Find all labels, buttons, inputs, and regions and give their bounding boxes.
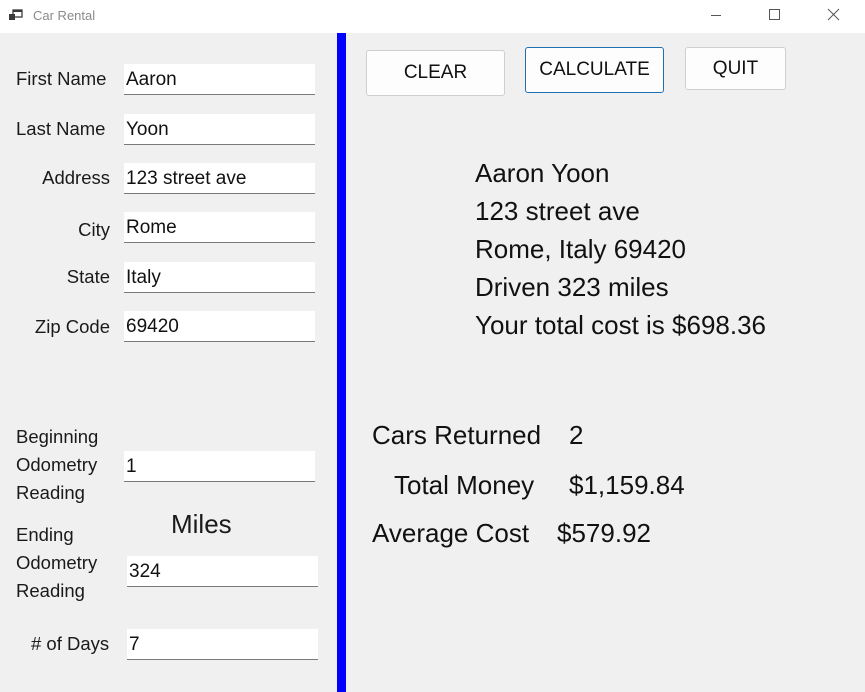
receipt-address: 123 street ave xyxy=(475,196,640,226)
first-name-label: First Name xyxy=(16,68,107,89)
beginning-odometer-label-line2: Odometry xyxy=(16,454,98,475)
close-icon xyxy=(827,8,840,21)
panel-divider xyxy=(337,33,346,692)
total-money-label: Total Money xyxy=(394,470,535,500)
last-name-field[interactable] xyxy=(124,114,315,145)
city-field[interactable] xyxy=(124,212,315,243)
state-label: State xyxy=(66,266,110,287)
window-title: Car Rental xyxy=(33,8,96,23)
maximize-icon xyxy=(769,9,780,20)
receipt-miles-driven: Driven 323 miles xyxy=(475,272,669,302)
days-label: # of Days xyxy=(31,633,110,654)
beginning-odometer-label-line1: Beginning xyxy=(16,426,99,447)
city-label: City xyxy=(78,219,110,240)
cars-returned-value: 2 xyxy=(569,420,584,450)
quit-button[interactable]: QUIT xyxy=(685,47,786,90)
days-field[interactable] xyxy=(127,629,318,660)
total-money-value: $1,159.84 xyxy=(569,470,685,500)
receipt-city-state-zip: Rome, Italy 69420 xyxy=(475,234,687,264)
first-name-field[interactable] xyxy=(124,64,315,95)
receipt-total-cost: Your total cost is $698.36 xyxy=(475,310,767,340)
beginning-odometer-label-line3: Reading xyxy=(16,482,85,503)
zip-code-label: Zip Code xyxy=(34,316,110,337)
beginning-odometer-field[interactable] xyxy=(124,451,315,482)
minimize-button[interactable] xyxy=(693,0,739,33)
calculate-button[interactable]: CALCULATE xyxy=(525,47,664,93)
address-field[interactable] xyxy=(124,163,315,194)
app-icon xyxy=(9,9,23,20)
average-cost-value: $579.92 xyxy=(557,518,651,548)
address-label: Address xyxy=(42,167,110,188)
ending-odometer-field[interactable] xyxy=(127,556,318,587)
ending-odometer-label-line3: Reading xyxy=(16,580,85,601)
miles-label: Miles xyxy=(171,509,232,539)
cars-returned-label: Cars Returned xyxy=(372,420,542,450)
ending-odometer-label-line1: Ending xyxy=(16,524,74,545)
zip-code-field[interactable] xyxy=(124,311,315,342)
average-cost-label: Average Cost xyxy=(372,518,530,548)
ending-odometer-label-line2: Odometry xyxy=(16,552,98,573)
last-name-label: Last Name xyxy=(16,118,106,139)
close-button[interactable] xyxy=(811,0,857,33)
title-bar: Car Rental xyxy=(0,0,865,33)
receipt-name: Aaron Yoon xyxy=(475,158,610,188)
maximize-button[interactable] xyxy=(751,0,797,33)
clear-button[interactable]: CLEAR xyxy=(366,50,505,96)
minimize-icon xyxy=(711,15,721,16)
state-field[interactable] xyxy=(124,262,315,293)
